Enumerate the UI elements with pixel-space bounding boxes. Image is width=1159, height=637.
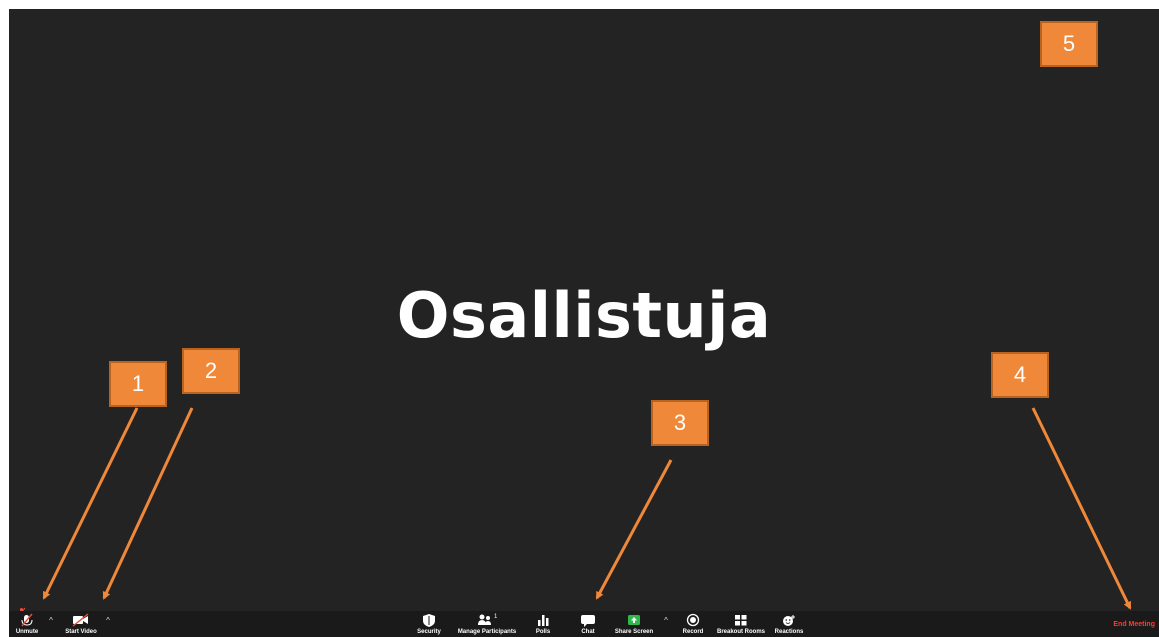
participants-count: 1 — [494, 614, 498, 620]
chat-button[interactable]: Chat — [574, 611, 602, 637]
bar-chart-icon — [538, 615, 549, 626]
record-icon — [686, 613, 700, 627]
video-options-caret-icon[interactable]: ^ — [103, 616, 113, 626]
polls-label: Polls — [535, 629, 551, 635]
participant-name: Osallistuja — [396, 279, 772, 352]
polls-button[interactable]: Polls — [530, 611, 556, 637]
start-video-button[interactable]: Start Video — [59, 611, 103, 637]
grid-icon — [735, 615, 747, 626]
video-off-icon — [72, 613, 89, 627]
chat-bubble-icon — [581, 615, 595, 627]
meeting-toolbar: Unmute ^ Start Video ^ Security 1 Manage… — [9, 611, 1159, 637]
manage-participants-button[interactable]: 1 Manage Participants — [453, 611, 521, 637]
participants-icon: 1 — [478, 614, 498, 625]
smiley-add-icon — [783, 615, 795, 626]
security-label: Security — [417, 629, 441, 635]
audio-options-caret-icon[interactable]: ^ — [46, 616, 56, 626]
share-options-caret-icon[interactable]: ^ — [661, 616, 671, 626]
meeting-video-area: Osallistuja 5 1 2 3 4 — [9, 9, 1159, 637]
unmute-label: Unmute — [15, 629, 39, 635]
reactions-button[interactable]: Reactions — [771, 611, 807, 637]
share-screen-button[interactable]: Share Screen — [612, 611, 656, 637]
muted-microphone-icon — [21, 613, 33, 627]
end-meeting-button[interactable]: End Meeting — [1113, 621, 1155, 628]
manage-participants-label: Manage Participants — [457, 629, 517, 635]
annotation-badge-1: 1 — [109, 361, 167, 407]
annotation-badge-2: 2 — [182, 348, 240, 394]
shield-icon — [423, 614, 435, 627]
share-screen-icon — [628, 615, 640, 625]
breakout-rooms-label: Breakout Rooms — [716, 629, 765, 635]
annotation-badge-5: 5 — [1040, 21, 1098, 67]
unmute-button[interactable]: Unmute — [11, 611, 43, 637]
start-video-label: Start Video — [65, 629, 97, 635]
chat-label: Chat — [581, 629, 595, 635]
record-button[interactable]: Record — [678, 611, 708, 637]
security-button[interactable]: Security — [412, 611, 446, 637]
record-label: Record — [682, 629, 704, 635]
annotation-badge-3: 3 — [651, 400, 709, 446]
annotation-badge-4: 4 — [991, 352, 1049, 398]
reactions-label: Reactions — [774, 629, 804, 635]
breakout-rooms-button[interactable]: Breakout Rooms — [714, 611, 768, 637]
share-screen-label: Share Screen — [614, 629, 654, 635]
